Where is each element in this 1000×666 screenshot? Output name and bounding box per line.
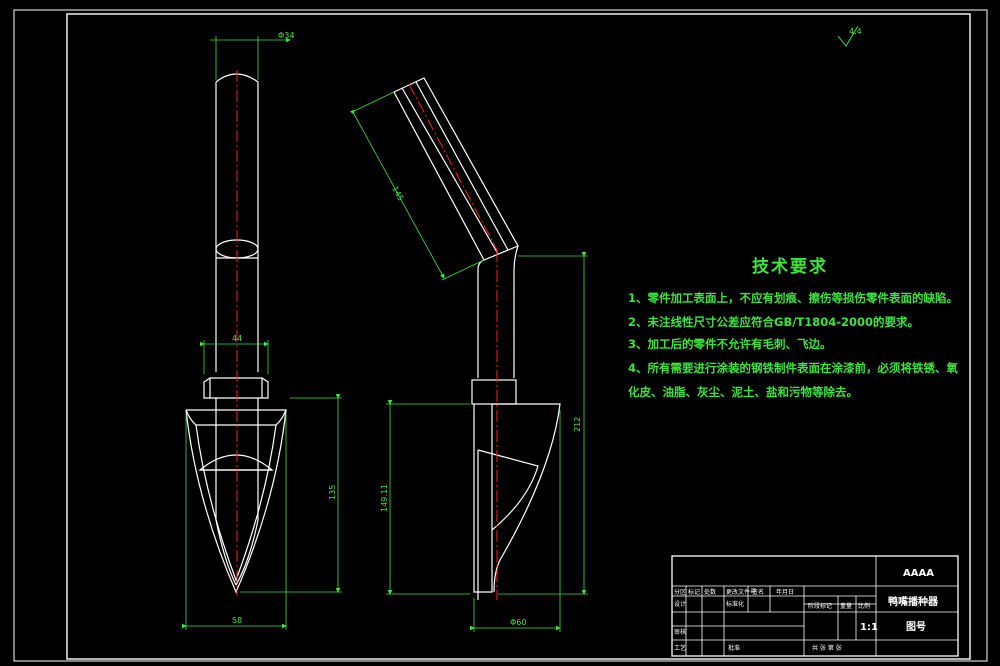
side-dimensions [349, 91, 588, 632]
roughness-value: 4.4 [849, 27, 862, 36]
company-name: AAAA [903, 568, 934, 579]
sheet-count: 共 张 第 张 [812, 644, 842, 652]
dim-pipe-length: 145 [390, 185, 405, 203]
hdr-date: 年月日 [776, 588, 794, 596]
drawing-svg: 4.4 Φ34 44 135 58 145 149.11 212 Φ60 技术要… [13, 9, 988, 662]
row-review: 审核 [674, 628, 686, 636]
tech-req-item-3: 3、加工后的零件不允许有毛刺、飞边。 [628, 337, 832, 351]
dim-top-width: Φ34 [278, 31, 294, 40]
outer-frame [13, 9, 988, 662]
dim-side-height-total: 212 [573, 417, 582, 432]
row-process: 工艺 [674, 644, 686, 652]
drawing-number: 图号 [906, 621, 926, 633]
stage-mark: 阶段标记 [808, 602, 832, 610]
side-centerline-pipe [408, 83, 498, 251]
inner-frame [66, 13, 971, 660]
hdr-mark: 标记 [688, 588, 700, 596]
side-view [393, 77, 561, 600]
front-view [185, 73, 287, 594]
weight-label: 重量 [840, 602, 852, 610]
dim-neck-width: 44 [232, 334, 242, 343]
cad-drawing: 4.4 Φ34 44 135 58 145 149.11 212 Φ60 技术要… [0, 0, 1000, 666]
tech-req-title: 技术要求 [752, 256, 828, 277]
hdr-signature: 签名 [752, 588, 764, 596]
tech-req-item-1: 1、零件加工表面上，不应有划痕、擦伤等损伤零件表面的缺陷。 [628, 291, 958, 305]
dim-front-height: 135 [328, 485, 337, 500]
hdr-zone: 分区 [674, 588, 686, 596]
row-approve: 批准 [728, 644, 740, 652]
tech-req-item-4: 4、所有需要进行涂装的钢铁制件表面在涂漆前，必须将铁锈、氧 [628, 361, 958, 375]
scale-value: 1:1 [860, 622, 878, 633]
hdr-count: 处数 [704, 588, 716, 596]
front-dimensions [182, 36, 342, 630]
row-standard: 标准化 [726, 600, 744, 608]
tech-req-item-5: 化皮、油脂、灰尘、泥土、盐和污物等除去。 [628, 385, 858, 399]
title-block-text: AAAA 鸭嘴播种器 图号 1:1 分区 标记 处数 更改文件号 签名 年月日 … [674, 568, 939, 652]
dim-side-bottom-width: Φ60 [510, 618, 526, 627]
tech-req-item-2: 2、未注线性尺寸公差应符合GB/T1804-2000的要求。 [628, 315, 919, 329]
dim-bottom-width: 58 [232, 616, 242, 625]
roughness-symbol: 4.4 [837, 25, 862, 47]
ratio-label: 比例 [858, 602, 870, 610]
part-name: 鸭嘴播种器 [888, 595, 939, 608]
dim-side-height-inner: 149.11 [380, 484, 389, 512]
row-design: 设计 [674, 600, 686, 608]
technical-requirements: 技术要求 1、零件加工表面上，不应有划痕、擦伤等损伤零件表面的缺陷。 2、未注线… [628, 256, 958, 399]
